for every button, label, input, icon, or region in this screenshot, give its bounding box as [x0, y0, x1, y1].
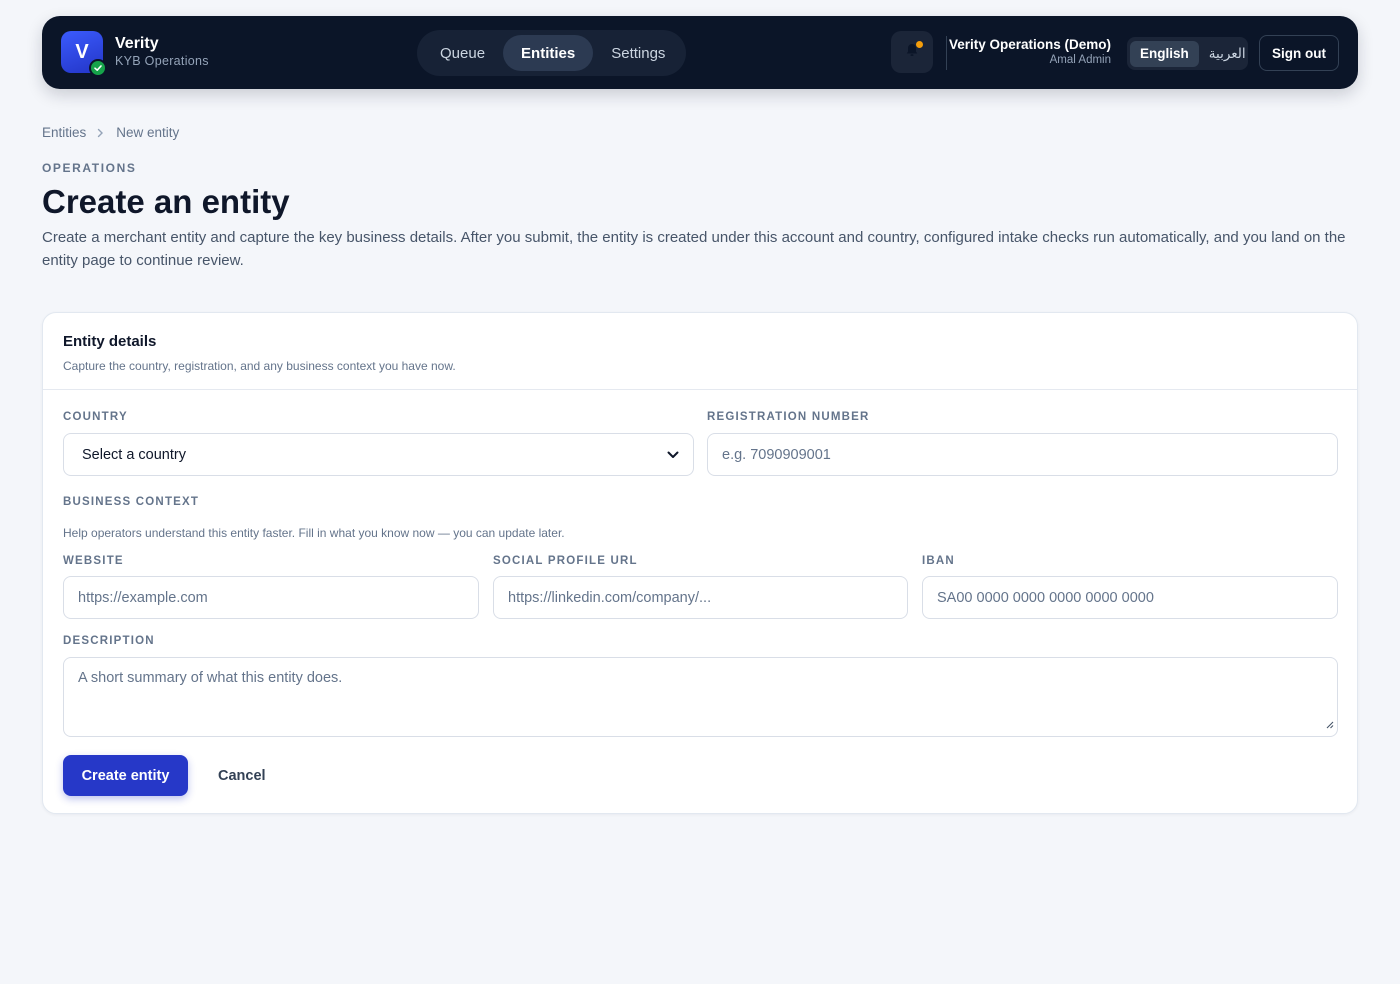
page-title: Create an entity [42, 183, 290, 220]
app-subtitle: KYB Operations [115, 54, 209, 68]
website-input[interactable]: https://example.com [63, 576, 479, 619]
card-header: Entity details Capture the country, regi… [43, 313, 1357, 390]
country-select-value: Select a country [82, 446, 186, 463]
main-nav: Queue Entities Settings [417, 30, 686, 76]
verified-check-icon [89, 59, 107, 77]
brand[interactable]: V Verity KYB Operations [61, 31, 209, 77]
nav-tab-queue[interactable]: Queue [422, 35, 503, 71]
account-info: Verity Operations (Demo) Amal Admin [949, 36, 1111, 68]
nav-tab-entities[interactable]: Entities [503, 35, 594, 71]
page-description: Create a merchant entity and capture the… [42, 229, 1346, 269]
card-subtitle: Capture the country, registration, and a… [63, 359, 456, 373]
breadcrumb-entities-link[interactable]: Entities [42, 125, 86, 140]
sign-out-button[interactable]: Sign out [1259, 35, 1339, 71]
notifications-button[interactable] [891, 31, 933, 73]
lang-english-button[interactable]: English [1130, 40, 1199, 67]
app-logo: V [61, 31, 107, 77]
website-label: WEBSITE [63, 555, 124, 567]
logo-letter: V [75, 40, 89, 63]
social-profile-label: SOCIAL PROFILE URL [493, 555, 638, 567]
nav-tab-settings[interactable]: Settings [593, 35, 683, 71]
page-eyebrow: OPERATIONS [42, 161, 137, 175]
account-user: Amal Admin [1049, 54, 1111, 66]
business-context-label: BUSINESS CONTEXT [63, 496, 200, 508]
registration-label: REGISTRATION NUMBER [707, 411, 870, 423]
country-select[interactable]: Select a country [63, 433, 694, 476]
breadcrumb: Entities New entity [42, 125, 179, 140]
breadcrumb-current: New entity [116, 125, 180, 140]
iban-label: IBAN [922, 555, 955, 567]
country-label: COUNTRY [63, 411, 128, 423]
header-divider [946, 36, 947, 70]
app-name: Verity [115, 35, 159, 52]
notification-dot [916, 41, 923, 48]
business-context-helper: Help operators understand this entity fa… [63, 526, 565, 540]
resize-handle-icon[interactable] [1325, 717, 1334, 733]
top-bar: V Verity KYB Operations Queue Entities S… [42, 16, 1358, 89]
cancel-button[interactable]: Cancel [203, 755, 281, 796]
account-org: Verity Operations (Demo) [948, 37, 1111, 52]
entity-details-card: Entity details Capture the country, regi… [42, 312, 1358, 814]
create-entity-button[interactable]: Create entity [63, 755, 188, 796]
description-textarea[interactable]: A short summary of what this entity does… [63, 657, 1338, 737]
social-profile-input[interactable]: https://linkedin.com/company/... [493, 576, 908, 619]
description-placeholder: A short summary of what this entity does… [78, 670, 343, 686]
lang-arabic-button[interactable]: العربية [1199, 41, 1256, 67]
chevron-right-icon [96, 128, 104, 138]
card-title: Entity details [63, 333, 157, 350]
iban-input[interactable]: SA00 0000 0000 0000 0000 0000 [922, 576, 1338, 619]
registration-number-input[interactable]: e.g. 7090909001 [707, 433, 1338, 476]
description-label: DESCRIPTION [63, 635, 155, 647]
chevron-down-icon [667, 447, 679, 463]
language-switcher: English العربية [1127, 37, 1248, 70]
